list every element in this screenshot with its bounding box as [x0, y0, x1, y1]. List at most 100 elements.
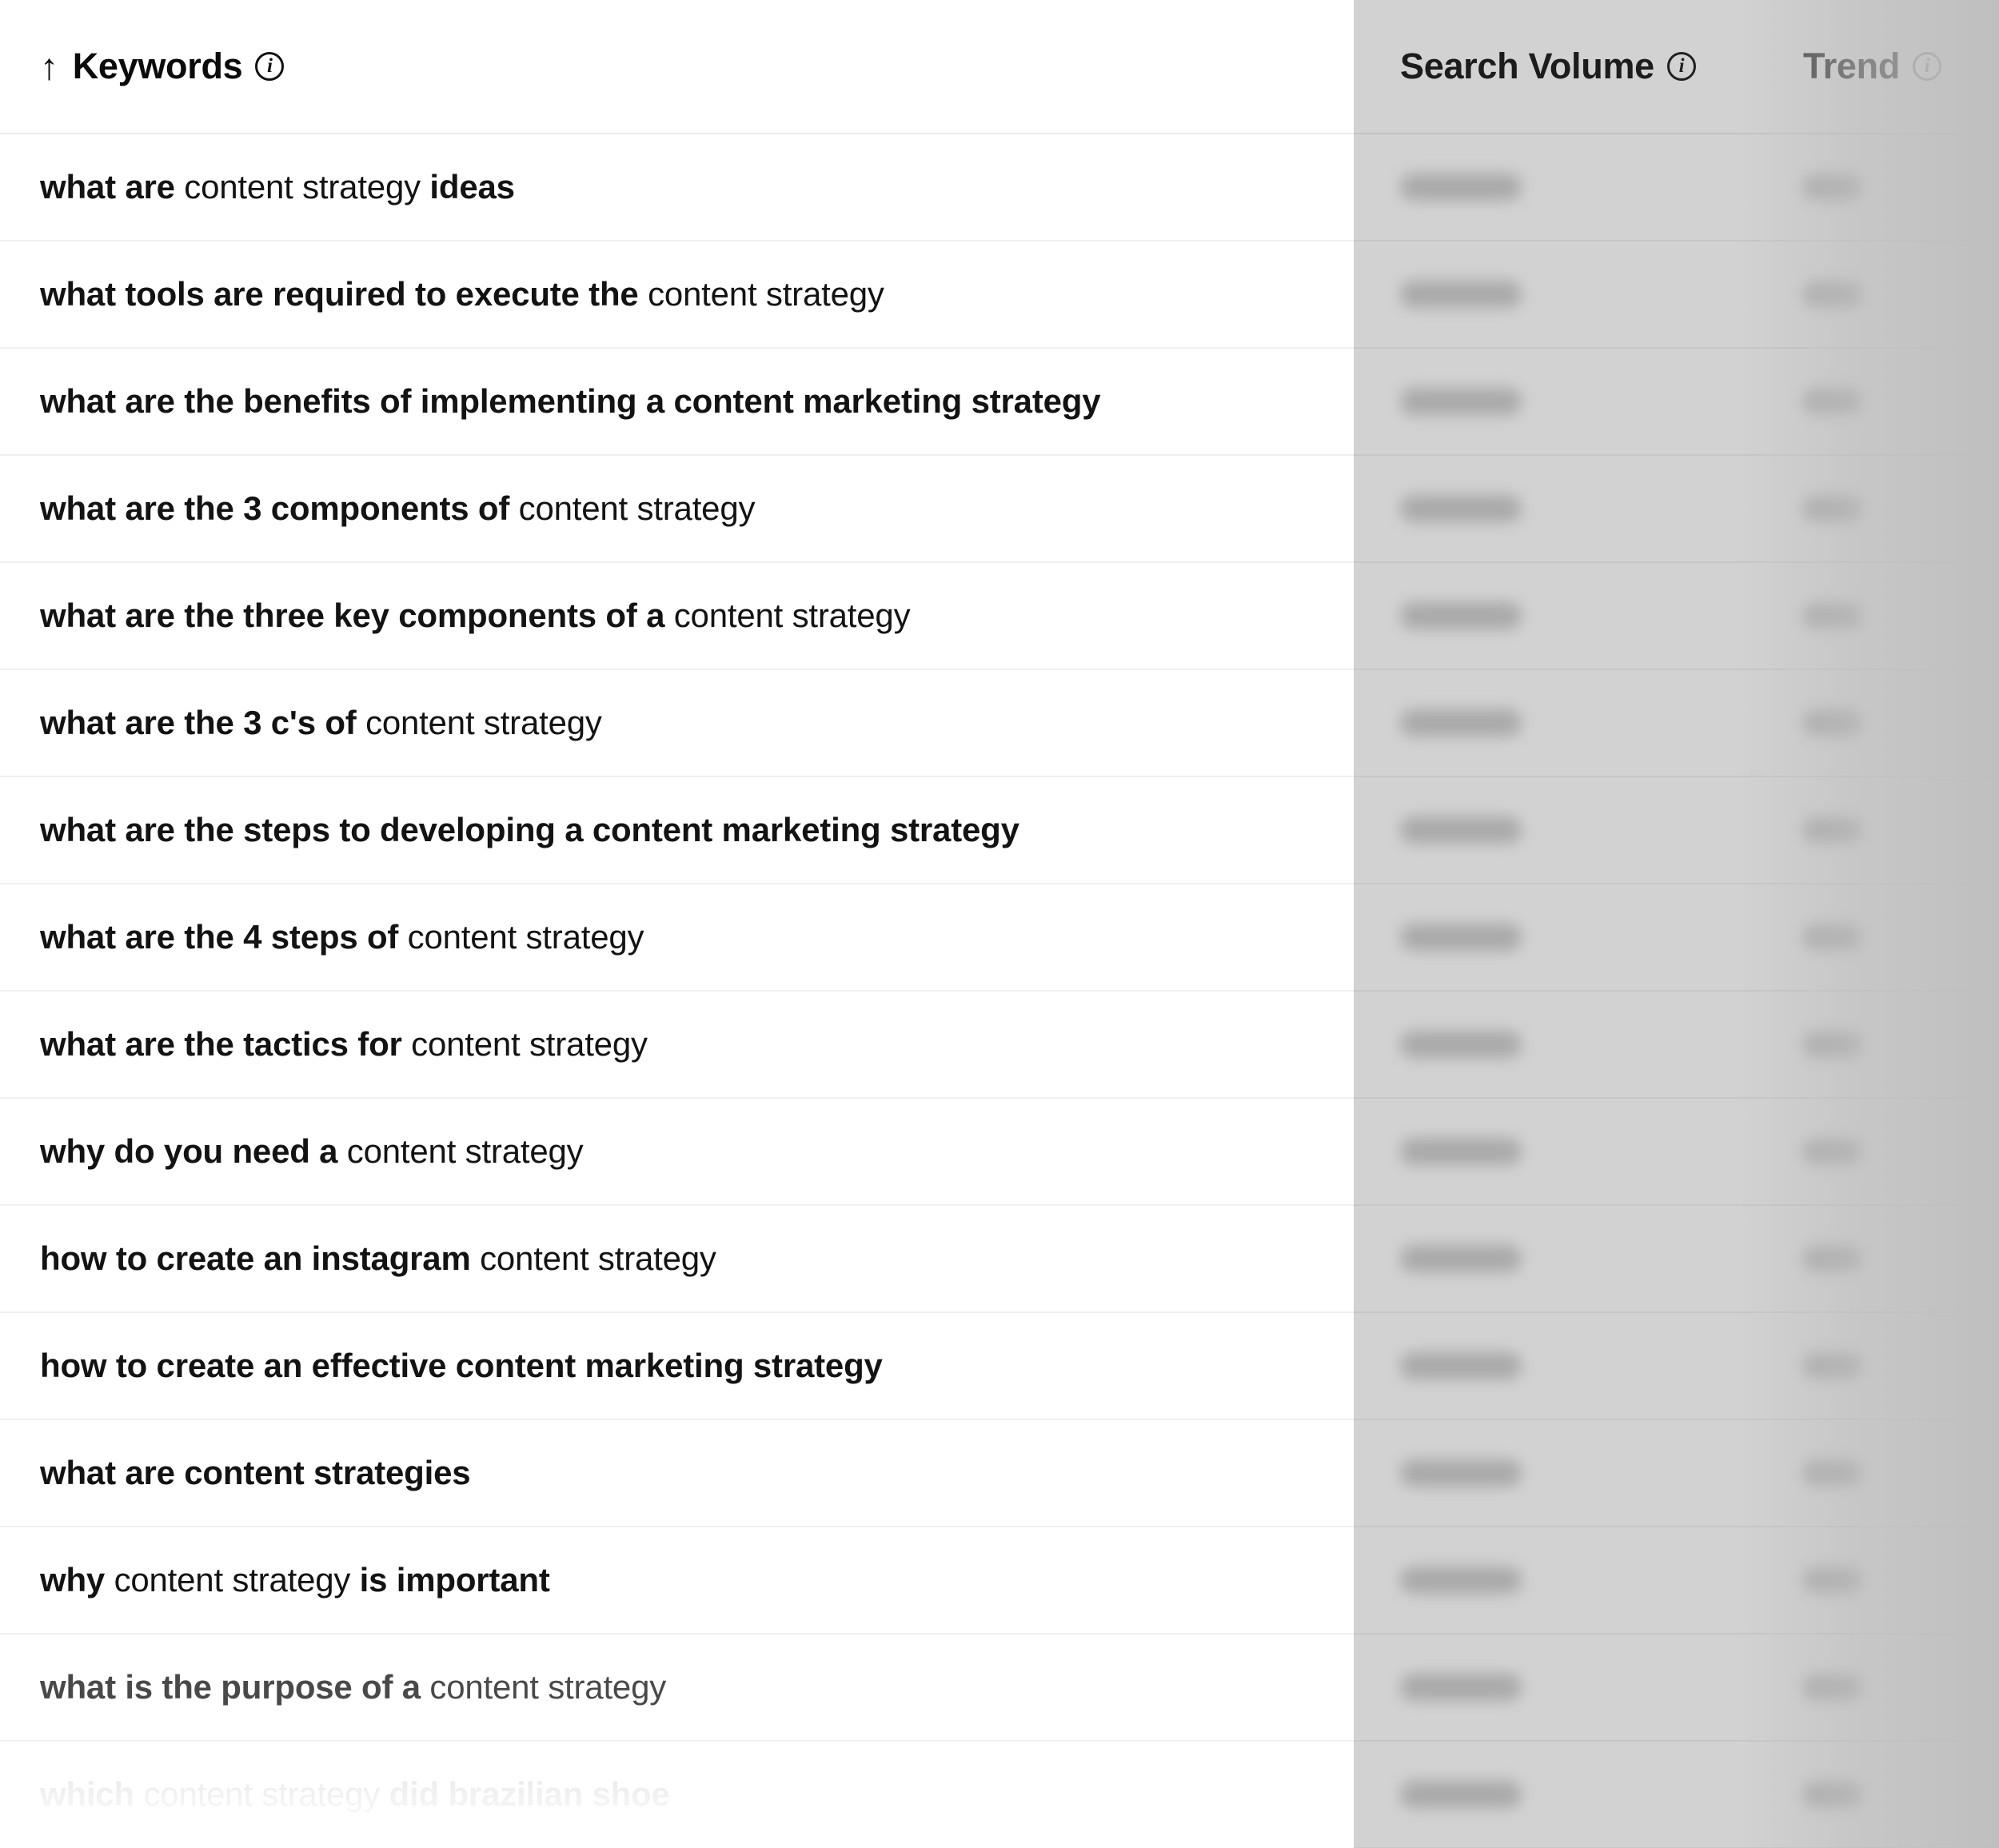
table-row[interactable]: which content strategy did brazilian sho… — [0, 1742, 1999, 1848]
cell-keyword[interactable]: what are the tactics for content strateg… — [0, 1025, 1354, 1063]
keyword-plain-segment: content strategy — [411, 1025, 648, 1064]
table-row[interactable]: how to create an instagram content strat… — [0, 1206, 1999, 1313]
column-header-trend[interactable]: Trend — [1762, 46, 1999, 87]
sort-ascending-arrow-icon[interactable]: ↑ — [40, 48, 58, 85]
keyword-text: what are the 4 steps of content strategy — [40, 918, 644, 956]
cell-keyword[interactable]: what are the 3 c's of content strategy — [0, 704, 1354, 741]
obscured-search-volume-value — [1400, 1245, 1522, 1272]
keyword-text: what are content strategies — [40, 1454, 471, 1492]
keyword-bold-segment: why do you need a — [40, 1132, 347, 1171]
obscured-trend-value — [1803, 1246, 1862, 1271]
table-row[interactable]: how to create an effective content marke… — [0, 1313, 1999, 1420]
cell-search-volume — [1354, 1459, 1762, 1487]
keyword-text: what are the steps to developing a conte… — [40, 811, 1019, 848]
cell-keyword[interactable]: what tools are required to execute the c… — [0, 275, 1354, 313]
column-header-trend-label: Trend — [1803, 46, 1901, 86]
obscured-search-volume-value — [1400, 602, 1522, 629]
table-row[interactable]: what are content strategies — [0, 1420, 1999, 1527]
keyword-bold-segment: what are the steps to developing a conte… — [40, 811, 1019, 849]
keyword-plain-segment: content strategy — [407, 918, 644, 956]
table-row[interactable]: what are the benefits of implementing a … — [0, 349, 1999, 456]
keyword-bold-segment: which — [40, 1775, 144, 1814]
table-row[interactable]: what are the three key components of a c… — [0, 563, 1999, 670]
keyword-plain-segment: content strategy — [648, 275, 884, 313]
cell-keyword[interactable]: how to create an instagram content strat… — [0, 1239, 1354, 1277]
table-header-row: ↑ Keywords Search Volume Trend — [0, 0, 1999, 134]
keyword-bold-segment: what are the tactics for — [40, 1025, 412, 1064]
cell-search-volume — [1354, 1245, 1762, 1272]
cell-search-volume — [1354, 924, 1762, 951]
cell-keyword[interactable]: what are the 4 steps of content strategy — [0, 918, 1354, 956]
keyword-text: why do you need a content strategy — [40, 1132, 584, 1171]
cell-trend — [1762, 1246, 1999, 1271]
trend-header-group: Trend — [1803, 46, 1942, 87]
column-header-search-volume[interactable]: Search Volume — [1354, 46, 1762, 87]
cell-trend — [1762, 1460, 1999, 1486]
cell-keyword[interactable]: why content strategy is important — [0, 1561, 1354, 1599]
cell-search-volume — [1354, 174, 1762, 201]
cell-trend — [1762, 1567, 1999, 1593]
table-row[interactable]: what are the tactics for content strateg… — [0, 992, 1999, 1099]
keyword-text: how to create an instagram content strat… — [40, 1239, 716, 1277]
info-circle-icon[interactable] — [255, 52, 285, 81]
cell-keyword[interactable]: what are content strategies — [0, 1454, 1354, 1491]
cell-trend — [1762, 1353, 1999, 1379]
cell-trend — [1762, 1032, 1999, 1057]
obscured-search-volume-value — [1400, 709, 1522, 736]
table-row[interactable]: what are the 3 components of content str… — [0, 456, 1999, 563]
cell-keyword[interactable]: which content strategy did brazilian sho… — [0, 1775, 1354, 1813]
table-row[interactable]: what are the 4 steps of content strategy — [0, 884, 1999, 992]
keyword-text: why content strategy is important — [40, 1561, 550, 1599]
keyword-text: what are the three key components of a c… — [40, 597, 911, 634]
cell-keyword[interactable]: why do you need a content strategy — [0, 1132, 1354, 1170]
keyword-bold-segment: what are content strategies — [40, 1454, 471, 1492]
cell-search-volume — [1354, 1567, 1762, 1594]
obscured-trend-value — [1803, 1567, 1862, 1593]
obscured-search-volume-value — [1400, 495, 1522, 522]
column-header-keywords[interactable]: ↑ Keywords — [0, 46, 1354, 87]
table-row[interactable]: what are the 3 c's of content strategy — [0, 670, 1999, 777]
cell-keyword[interactable]: what are the three key components of a c… — [0, 597, 1354, 634]
cell-search-volume — [1354, 388, 1762, 415]
keywords-results-table: ↑ Keywords Search Volume Trend what are … — [0, 0, 1999, 1848]
table-row[interactable]: what tools are required to execute the c… — [0, 241, 1999, 349]
cell-search-volume — [1354, 816, 1762, 844]
keyword-bold-segment: ideas — [429, 168, 515, 206]
cell-keyword[interactable]: what are the steps to developing a conte… — [0, 811, 1354, 848]
table-row[interactable]: why content strategy is important — [0, 1527, 1999, 1634]
keyword-plain-segment: content strategy — [143, 1775, 389, 1814]
keyword-bold-segment: what are — [40, 168, 185, 206]
column-header-keywords-label: Keywords — [72, 46, 243, 86]
table-row[interactable]: what are content strategy ideas — [0, 134, 1999, 241]
cell-search-volume — [1354, 1781, 1762, 1808]
cell-keyword[interactable]: what are the 3 components of content str… — [0, 489, 1354, 527]
table-row[interactable]: why do you need a content strategy — [0, 1099, 1999, 1206]
cell-search-volume — [1354, 281, 1762, 308]
keyword-bold-segment: why — [40, 1561, 114, 1599]
info-circle-icon[interactable] — [1913, 52, 1942, 81]
keyword-text: what are the 3 components of content str… — [40, 489, 755, 527]
keyword-text: what are content strategy ideas — [40, 168, 515, 206]
cell-keyword[interactable]: what are content strategy ideas — [0, 168, 1354, 206]
obscured-search-volume-value — [1400, 1352, 1522, 1379]
table-row[interactable]: what is the purpose of a content strateg… — [0, 1634, 1999, 1742]
cell-keyword[interactable]: what are the benefits of implementing a … — [0, 382, 1354, 420]
cell-keyword[interactable]: what is the purpose of a content strateg… — [0, 1668, 1354, 1706]
cell-trend — [1762, 1139, 1999, 1164]
obscured-trend-value — [1803, 281, 1862, 307]
cell-trend — [1762, 817, 1999, 843]
table-row[interactable]: what are the steps to developing a conte… — [0, 777, 1999, 884]
keywords-header-group: ↑ Keywords — [40, 46, 285, 87]
obscured-trend-value — [1803, 389, 1862, 414]
cell-keyword[interactable]: how to create an effective content marke… — [0, 1347, 1354, 1384]
keyword-plain-segment: content strategy — [346, 1132, 584, 1171]
obscured-search-volume-value — [1400, 388, 1522, 415]
keyword-bold-segment: is important — [359, 1561, 550, 1599]
keyword-bold-segment: what are the 3 components of — [40, 489, 519, 528]
keyword-bold-segment: what are the benefits of implementing a … — [40, 382, 1101, 421]
obscured-trend-value — [1803, 924, 1862, 950]
info-circle-icon[interactable] — [1666, 52, 1696, 81]
keyword-bold-segment: what is the purpose of a — [40, 1668, 430, 1706]
keyword-plain-segment: content strategy — [114, 1561, 360, 1599]
keyword-plain-segment: content strategy — [518, 489, 756, 528]
